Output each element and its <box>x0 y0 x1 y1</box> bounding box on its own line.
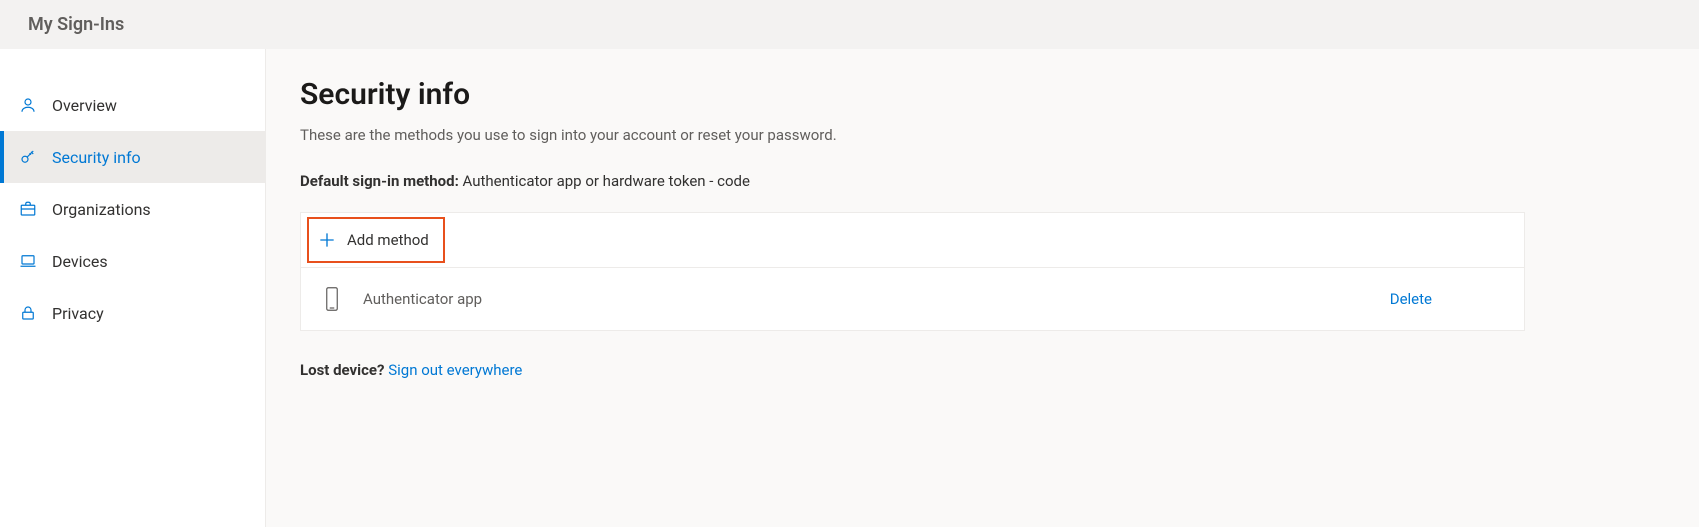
page-subtitle: These are the methods you use to sign in… <box>300 126 1665 144</box>
laptop-icon <box>18 252 38 270</box>
briefcase-icon <box>18 200 38 218</box>
default-signin-value: Authenticator app or hardware token - co… <box>463 172 750 190</box>
sidebar-item-label: Overview <box>52 96 117 115</box>
sidebar-item-organizations[interactable]: Organizations <box>0 183 265 235</box>
sign-out-everywhere-link[interactable]: Sign out everywhere <box>388 361 522 379</box>
sidebar-item-label: Privacy <box>52 304 104 323</box>
methods-panel: Add method Authenticator app Delete <box>300 212 1525 331</box>
plus-icon <box>317 230 337 250</box>
sidebar-item-label: Organizations <box>52 200 151 219</box>
shell: Overview Security info Organizations <box>0 49 1699 527</box>
sidebar-item-devices[interactable]: Devices <box>0 235 265 287</box>
sidebar-item-label: Security info <box>52 148 141 167</box>
add-method-row-wrap: Add method <box>301 213 1524 268</box>
add-method-button[interactable]: Add method <box>307 217 445 263</box>
delete-method-link[interactable]: Delete <box>1390 290 1432 308</box>
add-method-label: Add method <box>347 231 429 249</box>
sidebar-item-security-info[interactable]: Security info <box>0 131 265 183</box>
lock-icon <box>18 304 38 322</box>
topbar: My Sign-Ins <box>0 0 1699 49</box>
sidebar-item-label: Devices <box>52 252 108 271</box>
page-title: Security info <box>300 77 1665 112</box>
main: Security info These are the methods you … <box>266 49 1699 527</box>
method-label: Authenticator app <box>363 290 482 308</box>
sidebar: Overview Security info Organizations <box>0 49 266 527</box>
app-title: My Sign-Ins <box>28 14 124 35</box>
person-icon <box>18 96 38 114</box>
default-signin-method: Default sign-in method: Authenticator ap… <box>300 172 1665 190</box>
lost-device-line: Lost device? Sign out everywhere <box>300 361 1665 379</box>
method-row: Authenticator app Delete <box>301 268 1524 330</box>
default-signin-label: Default sign-in method: <box>300 172 459 190</box>
sidebar-item-overview[interactable]: Overview <box>0 79 265 131</box>
phone-icon <box>323 286 341 312</box>
sidebar-item-privacy[interactable]: Privacy <box>0 287 265 339</box>
key-icon <box>18 148 38 166</box>
lost-device-question: Lost device? <box>300 361 385 379</box>
